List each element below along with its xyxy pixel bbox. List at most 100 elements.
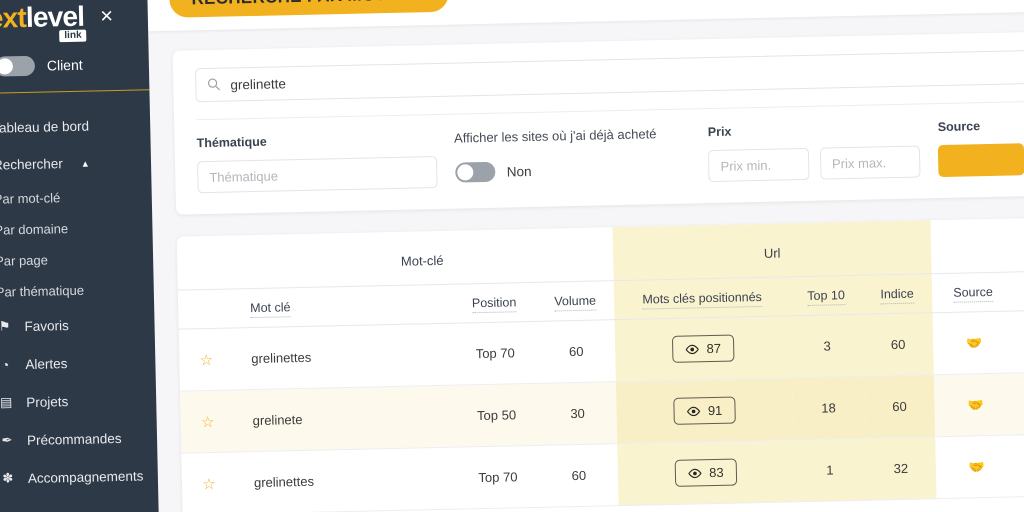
sidebar-item-par-mot-cle[interactable]: Par mot-clé	[0, 180, 152, 215]
handshake-icon: 🤝	[965, 334, 983, 351]
group-header-url: Url	[612, 220, 932, 281]
results-card: Mot-clé Url Mot clé Position Volume Mots…	[176, 217, 1024, 512]
app-screenshot: extlevel link × Client Tableau de bord R…	[0, 0, 1024, 512]
cell-source: 🤝	[932, 310, 1016, 375]
sidebar-item-label: Tableau de bord	[0, 118, 90, 136]
filter-prix-label: Prix	[707, 124, 732, 140]
cell-top10: 3	[790, 314, 864, 378]
cell-mots-cles-positionnes[interactable]: 87	[614, 315, 792, 382]
sidebar-item-label: Favoris	[24, 317, 69, 334]
cell-mot-cle: grelinettes	[235, 447, 457, 512]
sidebar-item-favoris[interactable]: ⚑ Favoris	[0, 304, 155, 346]
group-header-motcle: Mot-clé	[230, 227, 614, 290]
toggle-knob	[456, 164, 473, 181]
handshake-icon: 🤝	[967, 396, 984, 412]
sidebar-item-accompagnements[interactable]: ✽ Accompagnements	[0, 456, 158, 498]
cell-categorie: an	[1014, 308, 1024, 373]
bell-icon: ◔	[1, 356, 10, 373]
column-header-categorie[interactable]: Cat	[1013, 269, 1024, 311]
sidebar-item-precommandes[interactable]: ✒ Précommandes	[0, 418, 157, 460]
cell-categorie	[1017, 432, 1024, 497]
view-keywords-button[interactable]: 87	[672, 334, 735, 363]
sidebar-item-projets[interactable]: ▤ Projets	[0, 380, 157, 422]
cell-mot-cle: grelinettes	[232, 323, 454, 390]
cell-indice: 32	[865, 436, 937, 501]
sidebar-item-alertes[interactable]: ◔ Alertes	[0, 342, 156, 384]
logo-text-white: level	[25, 0, 85, 33]
deja-achete-toggle[interactable]	[454, 161, 496, 183]
cell-categorie	[1015, 370, 1024, 435]
cell-indice: 60	[862, 312, 934, 377]
sidebar-subitem-label: Par thématique	[0, 282, 85, 300]
search-icon	[207, 78, 221, 91]
filter-source: Source	[920, 118, 1024, 178]
cell-position: Top 70	[452, 321, 538, 386]
column-header-indice[interactable]: Indice	[861, 273, 933, 315]
sidebar-item-par-page[interactable]: Par page	[0, 242, 153, 277]
column-header-star	[177, 289, 233, 330]
cell-indice: 60	[863, 374, 936, 439]
cell-mot-cle: grelinete	[233, 385, 456, 452]
logo-badge: link	[59, 29, 87, 43]
search-input-value: grelinette	[230, 75, 287, 92]
sidebar-item-rechercher[interactable]: Rechercher ▲	[0, 143, 151, 184]
prix-inputs: Prix min. Prix max.	[708, 145, 921, 183]
column-header-mot-cle[interactable]: Mot clé	[231, 284, 453, 328]
source-select-button[interactable]	[938, 143, 1024, 178]
column-header-source[interactable]: Source	[931, 271, 1015, 313]
cell-volume: 60	[536, 319, 616, 384]
cell-top10: 18	[791, 376, 866, 440]
sidebar-item-label: Accompagnements	[27, 467, 144, 486]
folder-icon: ▤	[0, 394, 13, 410]
sidebar-item-par-thematique[interactable]: Par thématique	[0, 273, 154, 308]
eye-icon	[685, 344, 700, 354]
favorite-star-icon[interactable]: ☆	[178, 327, 234, 392]
prix-min-input[interactable]: Prix min.	[708, 147, 810, 183]
search-input[interactable]: grelinette	[194, 50, 1024, 103]
filters-card: grelinette Thématique Thématique Affiche…	[172, 31, 1024, 215]
view-keywords-button[interactable]: 83	[674, 458, 737, 487]
filter-thematique: Thématique Thématique	[196, 131, 438, 194]
sidebar-item-label: Rechercher	[0, 156, 63, 173]
thematique-input[interactable]: Thématique	[196, 156, 438, 194]
favorite-star-icon[interactable]: ☆	[181, 451, 237, 512]
sidebar-item-tableau-de-bord[interactable]: Tableau de bord	[0, 106, 151, 147]
cell-top10: 1	[793, 438, 867, 502]
filter-deja-achete: Afficher les sites où j'ai déjà acheté N…	[436, 125, 691, 189]
cell-position: Top 70	[455, 445, 541, 510]
main-content: RECHERCHE PAR MOT CLÉ JARDINS (0€ / 0€) …	[146, 0, 1024, 512]
cell-volume: 60	[539, 443, 619, 508]
client-toggle-label: Client	[46, 56, 83, 74]
column-header-position[interactable]: Position	[451, 282, 537, 324]
handshake-icon: 🤝	[968, 458, 986, 474]
toggle-knob	[0, 58, 14, 75]
lifebuoy-icon: ✽	[2, 470, 14, 486]
column-header-top10[interactable]: Top 10	[789, 275, 863, 316]
sidebar: extlevel link × Client Tableau de bord R…	[0, 0, 160, 512]
eye-icon	[688, 468, 702, 478]
cell-mots-cles-positionnes[interactable]: 91	[615, 377, 794, 444]
logo-text-yellow: ext	[0, 1, 27, 34]
view-keywords-count: 83	[709, 464, 724, 481]
results-table: Mot-clé Url Mot clé Position Volume Mots…	[176, 217, 1024, 512]
view-keywords-button[interactable]: 91	[673, 396, 736, 425]
filter-deja-achete-label: Afficher les sites où j'ai déjà acheté	[453, 126, 657, 146]
cell-mots-cles-positionnes[interactable]: 83	[617, 439, 795, 506]
cell-source: 🤝	[935, 434, 1019, 499]
app-logo[interactable]: extlevel link	[0, 0, 87, 43]
group-spacer-cat	[1012, 217, 1024, 272]
cell-position: Top 50	[453, 383, 540, 448]
sidebar-subitem-label: Par page	[0, 252, 49, 269]
close-icon[interactable]: ×	[100, 3, 113, 28]
column-header-mots-cles-positionnes[interactable]: Mots clés positionnés	[613, 276, 791, 320]
sidebar-item-par-domaine[interactable]: Par domaine	[0, 211, 153, 246]
sidebar-nav: Tableau de bord Rechercher ▲ Par mot-clé…	[0, 90, 158, 498]
tilted-viewport: extlevel link × Client Tableau de bord R…	[0, 0, 1024, 512]
favorite-star-icon[interactable]: ☆	[180, 389, 236, 454]
sidebar-item-label: Précommandes	[26, 430, 122, 448]
prix-max-input[interactable]: Prix max.	[819, 145, 921, 180]
deja-achete-toggle-row: Non	[454, 151, 690, 188]
column-header-volume[interactable]: Volume	[535, 280, 615, 322]
client-toggle[interactable]	[0, 55, 36, 77]
flag-icon: ⚑	[0, 318, 11, 334]
